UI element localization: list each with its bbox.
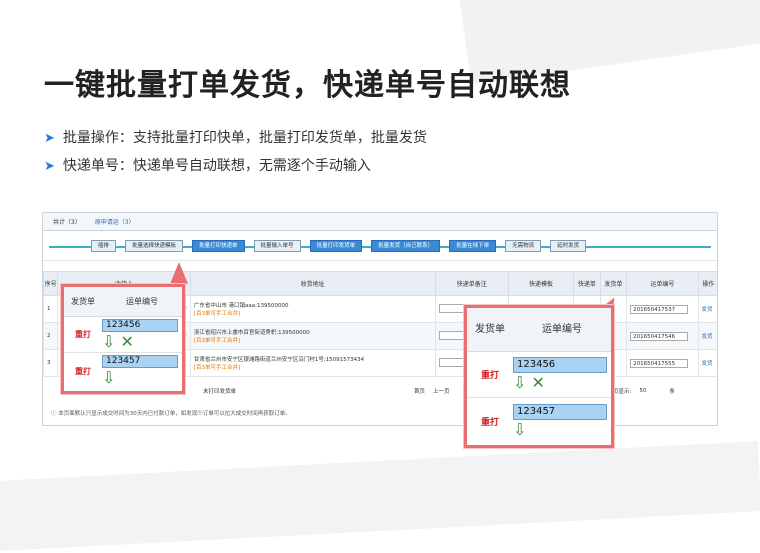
arrow-icon: ➤ [44, 131, 55, 146]
tab-bar: 共计（3） 原申请运（3） [43, 213, 717, 231]
column-header: 快递模板 [507, 271, 575, 296]
column-header: 操作 [697, 271, 717, 296]
page-size-select[interactable]: 50 [639, 388, 661, 394]
reprint-button[interactable]: 重打 [64, 366, 102, 377]
arrow-icon: ➤ [44, 159, 55, 174]
suggest-icons: ⇩ [102, 368, 116, 387]
background-decoration [0, 441, 760, 553]
prev-page-link[interactable]: 上一页 [433, 387, 450, 395]
page-size-unit: 条 [669, 389, 675, 395]
column-header: 运单编号 [626, 271, 699, 296]
column-header: 收货地址 [189, 271, 436, 296]
tracking-number-input[interactable]: 123457 [513, 403, 607, 420]
tracking-input[interactable]: 201650417546 [630, 331, 689, 341]
column-header: 快递单 [573, 271, 601, 296]
suggest-icons: ⇩ [513, 419, 527, 439]
no-logistics-button[interactable]: 无需物流 [505, 240, 542, 252]
tracking-number-input[interactable]: 123456 [513, 357, 607, 373]
input-tracking-button[interactable]: 批量输入单号 [253, 240, 301, 252]
select-template-button[interactable]: 批量选择快递模板 [125, 240, 184, 252]
zoom-callout-left: 发货单 运单编号 重打 123456 ⇩ ✕ 重打 123457 ⇩ [61, 284, 185, 394]
suggest-icons: ⇩ ✕ [102, 331, 134, 351]
reprint-button[interactable]: 重打 [64, 329, 102, 340]
ship-link[interactable]: 发货 [697, 322, 717, 350]
tracking-input[interactable]: 201650417537 [630, 304, 689, 314]
callout-pointer [170, 262, 188, 284]
sort-button[interactable]: 插排 [91, 240, 117, 252]
feature-bullet: ➤ 批量操作：支持批量打印快单，批量打印发货单，批量发货 [44, 130, 427, 146]
page-title: 一键批量打单发货，快递单号自动联想 [44, 68, 571, 103]
first-page-link[interactable]: 首页 [414, 387, 425, 395]
column-header: 发货单 [599, 271, 628, 296]
tab-all[interactable]: 共计（3） [53, 217, 81, 226]
zoom-callout-right: 发货单 运单编号 重打 123456 ⇩ ✕ 重打 123457 ⇩ [464, 305, 614, 448]
tracking-number-input[interactable]: 123457 [102, 355, 178, 368]
tracking-input[interactable]: 201650417555 [630, 358, 689, 368]
online-order-button[interactable]: 批量在线下单 [449, 240, 497, 252]
reprint-button[interactable]: 重打 [467, 368, 513, 381]
ship-link[interactable]: 发货 [697, 349, 717, 377]
tab-express[interactable]: 原申请运（3） [95, 217, 135, 226]
feature-bullet: ➤ 快递单号：快递单号自动联想，无需逐个手动输入 [44, 158, 371, 174]
footer-note: ⓘ 本页面默认只显示成交时间为30天内已付款订单，如发现少订单可以拉大成交时间再… [51, 411, 291, 417]
print-express-button[interactable]: 批量打印快递单 [192, 240, 245, 252]
column-header: 快递单备注 [434, 271, 509, 296]
print-invoice-button[interactable]: 批量打印发货单 [309, 240, 363, 252]
reprint-button[interactable]: 重打 [467, 415, 513, 428]
unprinted-filter-label[interactable]: 未打印发货单 [203, 387, 236, 395]
ship-link[interactable]: 发货 [697, 295, 717, 323]
batch-ship-button[interactable]: 批量发货（自己联系） [371, 240, 441, 252]
delay-ship-button[interactable]: 延时发货 [550, 240, 587, 252]
toolbar: 插排 批量选择快递模板 批量打印快递单 批量输入单号 批量打印发货单 批量发货（… [43, 231, 717, 261]
pagination-bar: 未打印发货单 首页 上一页 每页显示: 50 条 [203, 384, 717, 398]
tracking-number-input[interactable]: 123456 [102, 318, 178, 332]
suggest-icons: ⇩ ✕ [513, 373, 545, 392]
column-header: 序号 [43, 271, 59, 296]
